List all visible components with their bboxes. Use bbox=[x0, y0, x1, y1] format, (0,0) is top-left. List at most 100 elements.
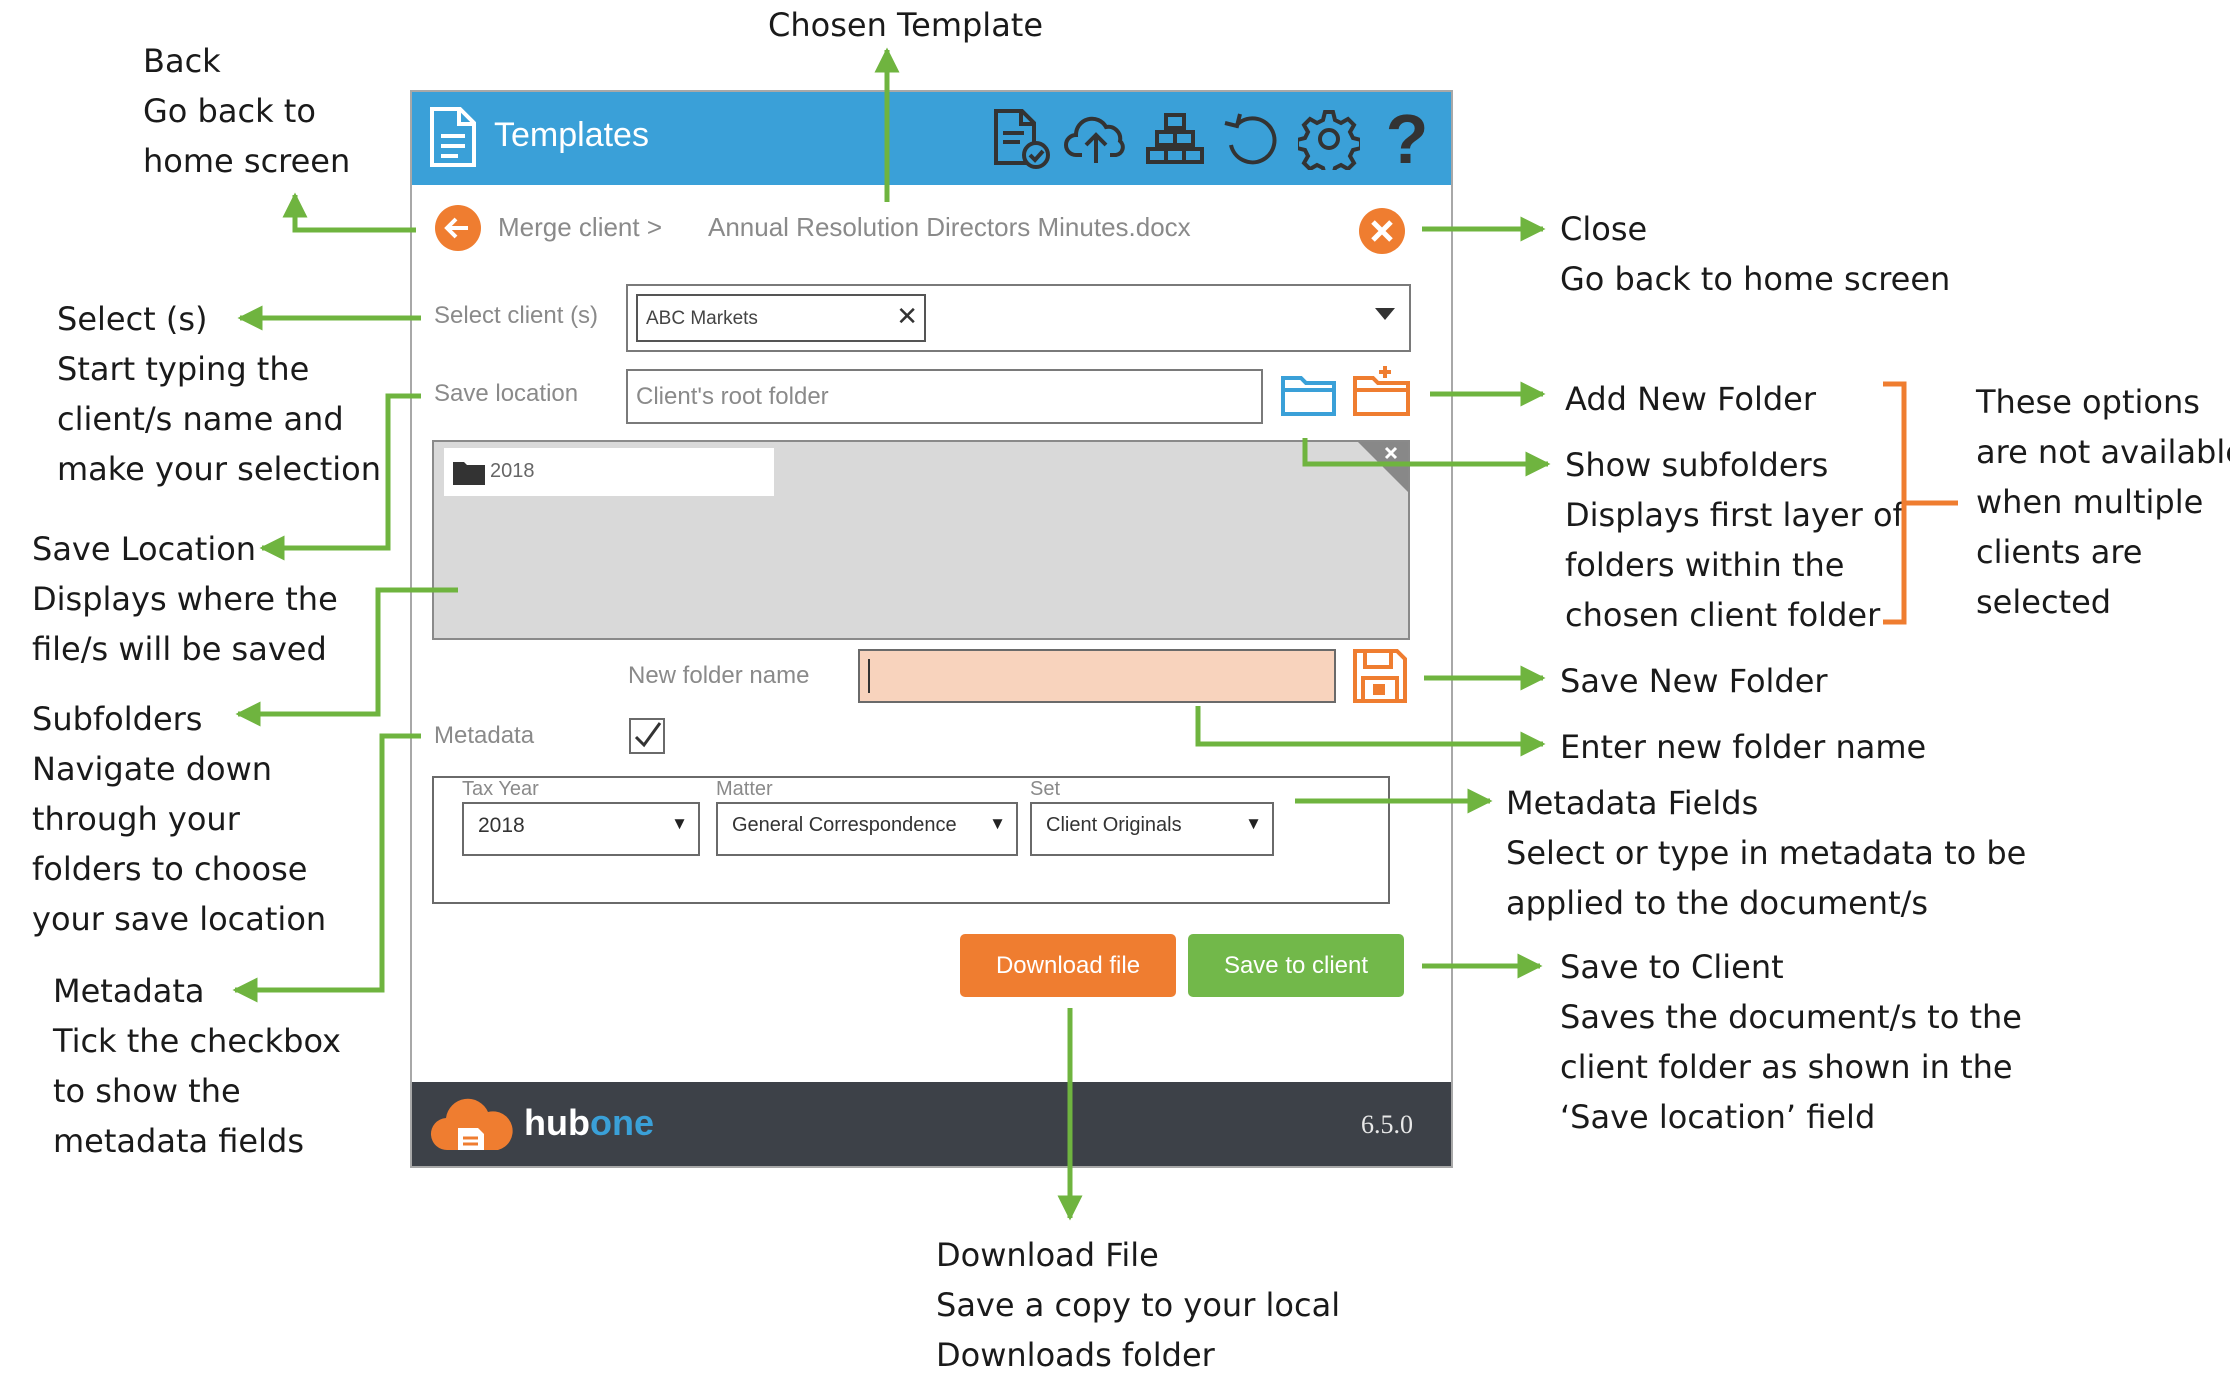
annotation-line: client/s name and bbox=[57, 400, 344, 438]
set-dropdown[interactable]: Client Originals ▼ bbox=[1030, 802, 1274, 856]
annotation-line: Select or type in metadata to be bbox=[1506, 834, 2027, 872]
annotation-line: file/s will be saved bbox=[32, 630, 327, 668]
annotation-subfolders: Subfolders Navigate down through your fo… bbox=[32, 694, 326, 944]
client-chip: ABC Markets ✕ bbox=[636, 294, 926, 342]
annotation-line: to show the bbox=[53, 1072, 241, 1110]
text-cursor bbox=[868, 659, 870, 693]
annotation-line: Save a copy to your local bbox=[936, 1286, 1341, 1324]
folder-item[interactable]: 2018 bbox=[444, 448, 774, 496]
tax-year-value: 2018 bbox=[478, 814, 525, 837]
gear-icon[interactable] bbox=[1294, 104, 1364, 174]
annotation-title: Metadata Fields bbox=[1506, 784, 1759, 822]
annotation-title: Show subfolders bbox=[1565, 446, 1829, 484]
annotation-title: Back bbox=[143, 42, 221, 80]
brand-one: one bbox=[589, 1102, 654, 1143]
annotation-download-file: Download File Save a copy to your local … bbox=[936, 1230, 1340, 1380]
download-file-button[interactable]: Download file bbox=[960, 934, 1176, 997]
matter-label: Matter bbox=[716, 778, 773, 800]
annotation-line: are not available bbox=[1976, 433, 2230, 471]
tax-year-label: Tax Year bbox=[462, 778, 539, 800]
annotation-title: Save New Folder bbox=[1560, 662, 1828, 700]
annotation-title: Save to Client bbox=[1560, 948, 1784, 986]
brand-hub: hub bbox=[524, 1102, 590, 1143]
save-location-value: Client's root folder bbox=[636, 383, 829, 410]
template-name: Annual Resolution Directors Minutes.docx bbox=[708, 212, 1191, 242]
metadata-label: Metadata bbox=[434, 722, 535, 749]
annotation-enter-new-folder: Enter new folder name bbox=[1560, 722, 1926, 772]
app-title: Templates bbox=[494, 116, 649, 154]
annotation-line: metadata fields bbox=[53, 1122, 304, 1160]
select-client-label: Select client (s) bbox=[434, 302, 599, 329]
set-value: Client Originals bbox=[1046, 814, 1182, 836]
annotation-line: Go back to home screen bbox=[1560, 260, 1951, 298]
annotation-back: Back Go back to home screen bbox=[143, 36, 350, 186]
document-check-icon[interactable] bbox=[986, 104, 1056, 174]
annotation-line: client folder as shown in the bbox=[1560, 1048, 2013, 1086]
add-folder-icon[interactable] bbox=[1352, 364, 1412, 422]
annotation-title: Save Location bbox=[32, 530, 257, 568]
annotation-metadata-fields: Metadata Fields Select or type in metada… bbox=[1506, 778, 2026, 928]
annotation-save-location: Save Location Displays where the file/s … bbox=[32, 524, 338, 674]
save-new-folder-icon[interactable] bbox=[1352, 648, 1408, 708]
annotation-line: clients are bbox=[1976, 533, 2143, 571]
subfolder-panel: 2018 bbox=[432, 440, 1410, 640]
save-to-client-button[interactable]: Save to client bbox=[1188, 934, 1404, 997]
annotation-line: These options bbox=[1976, 383, 2200, 421]
annotation-line: Displays first layer of bbox=[1565, 496, 1904, 534]
folder-icon bbox=[452, 458, 486, 490]
annotation-title: Download File bbox=[936, 1236, 1159, 1274]
metadata-checkbox[interactable] bbox=[628, 717, 666, 759]
annotation-line: through your bbox=[32, 800, 240, 838]
annotation-line: ‘Save location’ field bbox=[1560, 1098, 1876, 1136]
dropdown-arrow-icon: ▼ bbox=[989, 814, 1006, 833]
annotation-line: when multiple bbox=[1976, 483, 2204, 521]
annotation-line: home screen bbox=[143, 142, 351, 180]
annotation-chosen-template: Chosen Template bbox=[768, 0, 1043, 50]
annotation-title: Close bbox=[1560, 210, 1648, 248]
templates-window: Templates ? Merge client > Annual Resolu… bbox=[410, 90, 1453, 1168]
annotation-title: Add New Folder bbox=[1565, 380, 1816, 418]
chevron-down-icon[interactable] bbox=[1373, 306, 1397, 326]
brand-wordmark: hubone bbox=[524, 1102, 654, 1144]
annotation-title: Chosen Template bbox=[768, 6, 1044, 44]
annotation-line: folders within the bbox=[1565, 546, 1845, 584]
back-button[interactable] bbox=[434, 204, 482, 256]
breadcrumb-parent[interactable]: Merge client > bbox=[498, 212, 662, 243]
matter-dropdown[interactable]: General Correspondence ▼ bbox=[716, 802, 1018, 856]
hierarchy-icon[interactable] bbox=[1140, 104, 1210, 174]
document-icon bbox=[428, 106, 478, 172]
annotation-line: Go back to bbox=[143, 92, 316, 130]
select-client-field[interactable]: ABC Markets ✕ bbox=[626, 284, 1411, 352]
matter-value: General Correspondence bbox=[732, 814, 957, 836]
annotation-save-to-client: Save to Client Saves the document/s to t… bbox=[1560, 942, 2022, 1142]
close-panel-icon[interactable] bbox=[1358, 442, 1408, 496]
metadata-panel: Tax Year 2018 ▼ Matter General Correspon… bbox=[432, 776, 1390, 904]
annotation-metadata: Metadata Tick the checkbox to show the m… bbox=[53, 966, 341, 1166]
cloud-upload-icon[interactable] bbox=[1062, 104, 1132, 174]
tax-year-dropdown[interactable]: 2018 ▼ bbox=[462, 802, 700, 856]
new-folder-label: New folder name bbox=[628, 662, 810, 689]
title-bar: Templates ? bbox=[412, 92, 1451, 185]
annotation-line: Displays where the bbox=[32, 580, 338, 618]
show-subfolders-icon[interactable] bbox=[1280, 370, 1338, 422]
dropdown-arrow-icon: ▼ bbox=[671, 814, 688, 833]
dropdown-arrow-icon: ▼ bbox=[1245, 814, 1262, 833]
remove-chip-icon[interactable]: ✕ bbox=[896, 302, 918, 332]
save-location-field[interactable]: Client's root folder bbox=[626, 369, 1263, 424]
close-button[interactable] bbox=[1358, 207, 1406, 259]
set-label: Set bbox=[1030, 778, 1061, 800]
hubone-logo-icon bbox=[430, 1094, 514, 1160]
annotation-title: Metadata bbox=[53, 972, 205, 1010]
annotation-save-new-folder: Save New Folder bbox=[1560, 656, 1828, 706]
refresh-icon[interactable] bbox=[1216, 104, 1286, 174]
annotation-line: Navigate down bbox=[32, 750, 273, 788]
folder-item-label: 2018 bbox=[490, 460, 535, 482]
annotation-line: folders to choose bbox=[32, 850, 308, 888]
help-icon[interactable]: ? bbox=[1372, 100, 1442, 178]
annotation-line: Tick the checkbox bbox=[53, 1022, 341, 1060]
new-folder-input[interactable] bbox=[858, 649, 1336, 703]
annotation-title: Select (s) bbox=[57, 300, 208, 338]
annotation-options-note: These options are not available when mul… bbox=[1976, 377, 2230, 627]
annotation-close: Close Go back to home screen bbox=[1560, 204, 1950, 304]
annotation-line: chosen client folder bbox=[1565, 596, 1881, 634]
